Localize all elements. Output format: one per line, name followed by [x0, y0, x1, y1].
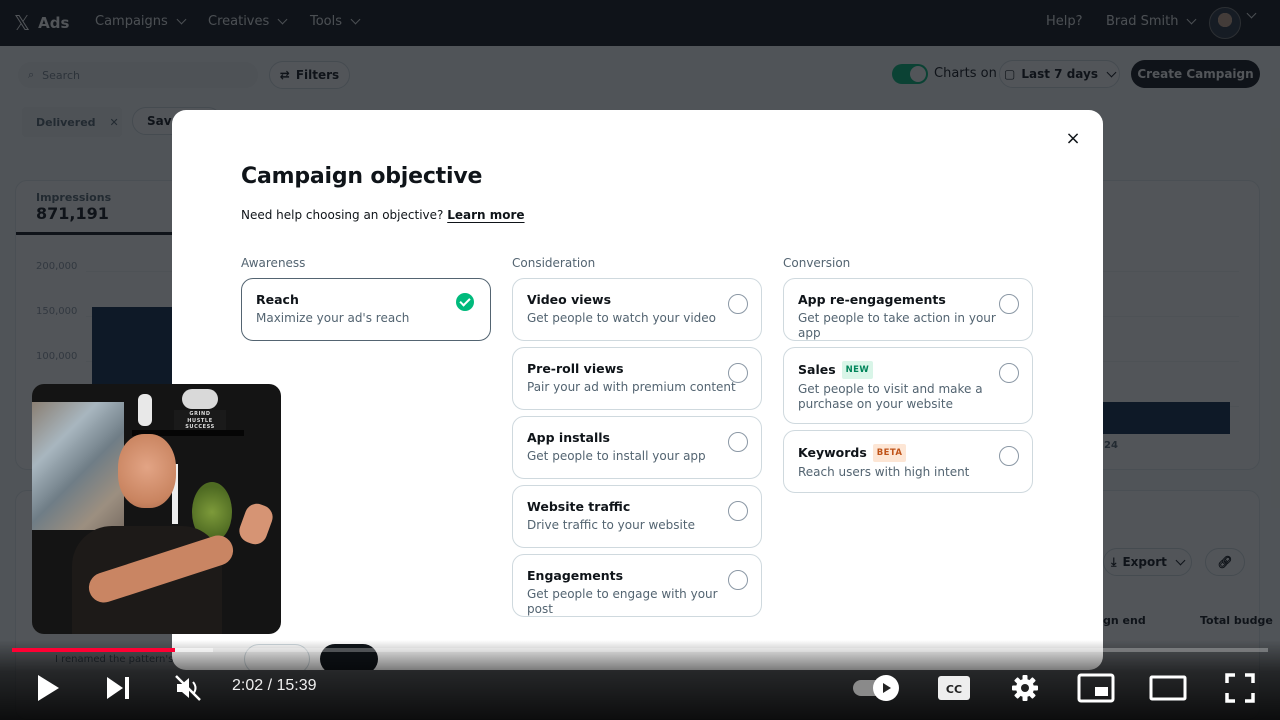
fullscreen-button[interactable] [1222, 672, 1258, 704]
objective-option-keywords[interactable]: Keywords BETA Reach users with high inte… [783, 430, 1033, 493]
play-button[interactable] [30, 672, 66, 704]
objective-option-app-installs[interactable]: App installs Get people to install your … [512, 416, 762, 479]
beta-badge: BETA [872, 444, 907, 462]
option-title: Keywords [798, 445, 867, 460]
next-button[interactable] [102, 672, 134, 704]
mute-button[interactable] [170, 672, 206, 704]
radio-button[interactable] [999, 446, 1019, 466]
column-label-conversion: Conversion [783, 256, 851, 270]
motivational-sign: GRIND HUSTLE SUCCESS [174, 410, 226, 430]
wall-map-image [32, 402, 124, 530]
option-title: App installs [527, 430, 610, 445]
autoplay-knob[interactable] [873, 675, 899, 701]
settings-icon [1012, 675, 1038, 701]
play-icon [38, 675, 59, 701]
objective-option-app-re-engagements[interactable]: App re-engagements Get people to take ac… [783, 278, 1033, 341]
autoplay-play-icon [883, 683, 891, 693]
option-description: Pair your ad with premium content [527, 380, 736, 394]
option-description: Get people to engage with your post [527, 587, 718, 616]
objective-option-sales[interactable]: Sales NEW Get people to visit and make a… [783, 347, 1033, 424]
modal-help-text: Need help choosing an objective? Learn m… [241, 208, 525, 222]
option-description: Get people to take action in your app [798, 311, 996, 340]
video-progress-bar[interactable] [12, 648, 1268, 652]
objective-option-pre-roll-views[interactable]: Pre-roll views Pair your ad with premium… [512, 347, 762, 410]
radio-button[interactable] [999, 294, 1019, 314]
radio-button[interactable] [999, 363, 1019, 383]
help-text: Need help choosing an objective? [241, 208, 444, 222]
option-description: Reach users with high intent [798, 465, 970, 479]
fullscreen-icon [1225, 673, 1255, 703]
radio-button[interactable] [728, 570, 748, 590]
presenter-hand [236, 500, 276, 548]
option-title: Website traffic [527, 499, 631, 514]
miniplayer-icon [1077, 673, 1115, 703]
radio-button[interactable] [728, 432, 748, 452]
svg-text:CC: CC [946, 683, 962, 696]
option-title: App re-engagements [798, 292, 946, 307]
settings-button[interactable] [1008, 672, 1042, 704]
presenter-webcam-video: GRIND HUSTLE SUCCESS [32, 384, 281, 634]
radio-button[interactable] [728, 363, 748, 383]
option-title: Reach [256, 292, 299, 307]
learn-more-link[interactable]: Learn more [447, 208, 524, 222]
radio-button[interactable] [728, 294, 748, 314]
objective-option-website-traffic[interactable]: Website traffic Drive traffic to your we… [512, 485, 762, 548]
option-description: Get people to install your app [527, 449, 706, 463]
new-badge: NEW [841, 361, 874, 379]
option-title: Video views [527, 292, 612, 307]
option-description: Maximize your ad's reach [256, 311, 410, 325]
time-display: 2:02 / 15:39 [232, 677, 317, 694]
checkmark-icon[interactable] [456, 293, 474, 311]
option-description: Get people to watch your video [527, 311, 717, 325]
cc-icon: CC [938, 676, 970, 700]
option-title: Sales [798, 362, 836, 377]
astronaut-figurine [138, 394, 152, 426]
objective-option-video-views[interactable]: Video views Get people to watch your vid… [512, 278, 762, 341]
radio-button[interactable] [728, 501, 748, 521]
option-description: Get people to visit and make a purchase … [798, 382, 983, 411]
progress-played [12, 648, 176, 652]
cloud-decor [182, 389, 218, 409]
presenter-head [118, 434, 176, 508]
captions-button[interactable]: CC [936, 672, 972, 704]
column-label-consideration: Consideration [512, 256, 596, 270]
miniplayer-button[interactable] [1076, 672, 1116, 704]
close-icon[interactable]: × [1061, 126, 1085, 150]
theater-mode-button[interactable] [1148, 672, 1188, 704]
option-title: Engagements [527, 568, 624, 583]
objective-option-engagements[interactable]: Engagements Get people to engage with yo… [512, 554, 762, 617]
theater-icon [1149, 675, 1187, 701]
objective-option-reach[interactable]: Reach Maximize your ad's reach [241, 278, 491, 341]
muted-volume-icon [175, 675, 201, 701]
next-icon [107, 677, 129, 699]
option-description: Drive traffic to your website [527, 518, 695, 532]
option-title: Pre-roll views [527, 361, 624, 376]
column-label-awareness: Awareness [241, 256, 306, 270]
campaign-objective-modal: × Campaign objective Need help choosing … [172, 110, 1103, 670]
modal-title: Campaign objective [241, 164, 483, 189]
